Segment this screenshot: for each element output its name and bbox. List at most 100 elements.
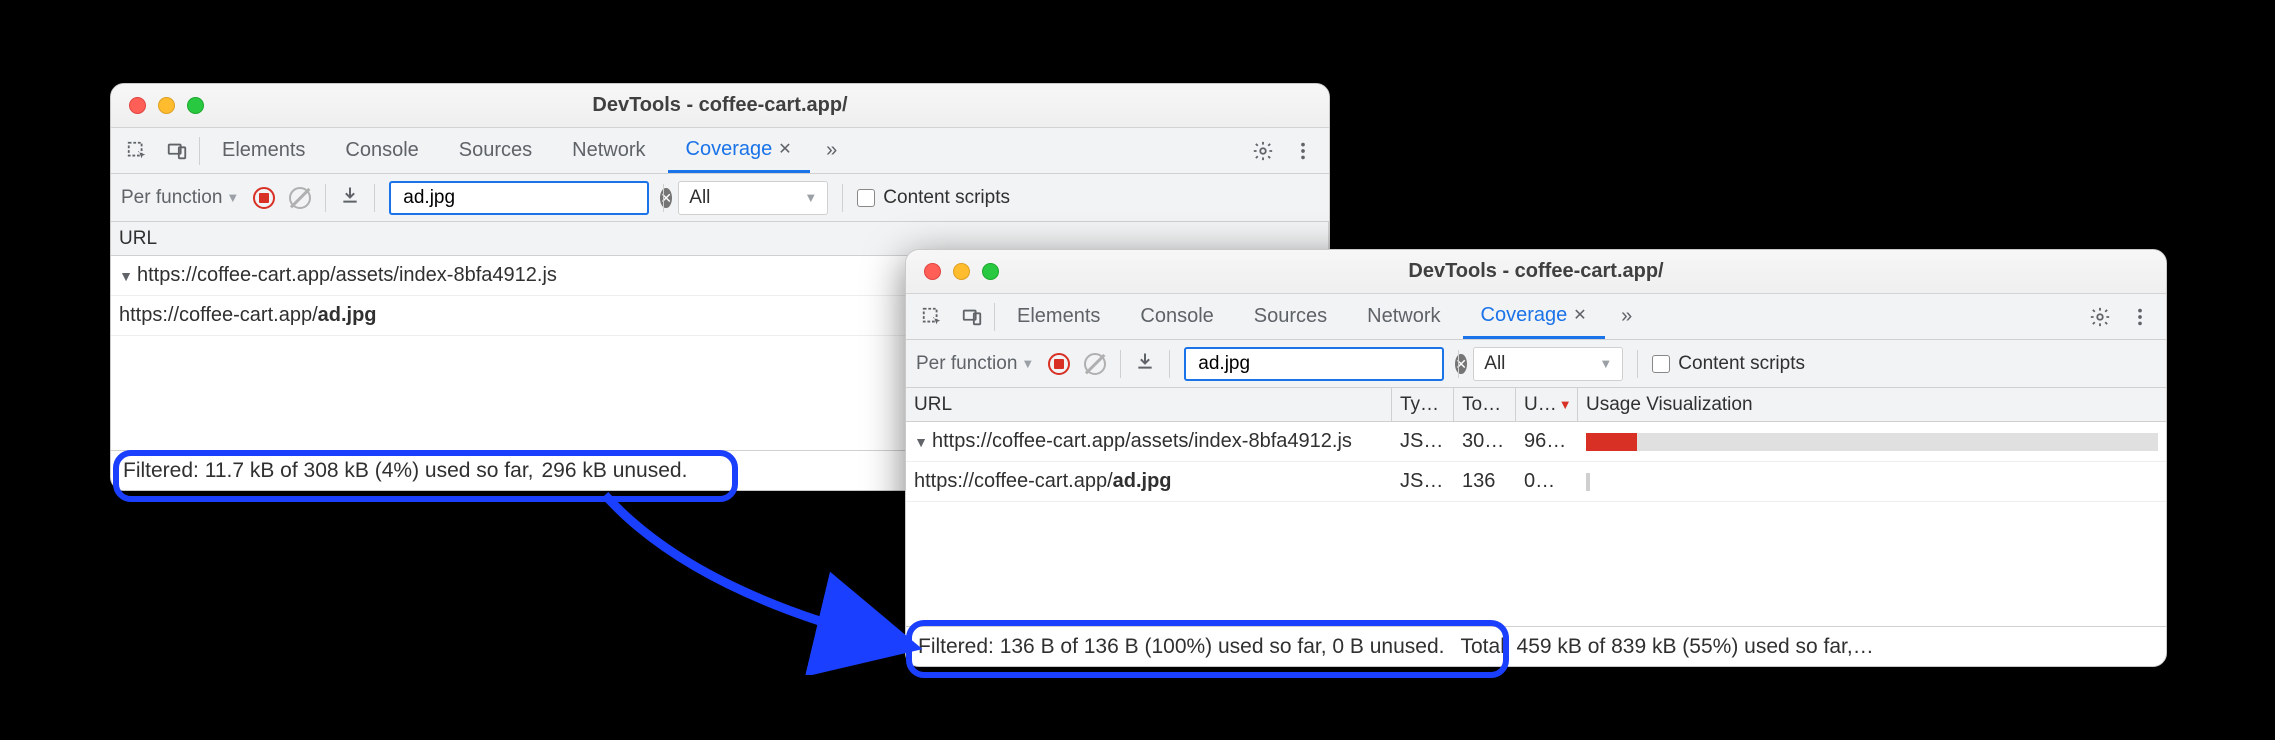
tab-coverage[interactable]: Coverage ✕	[1463, 294, 1605, 339]
col-url[interactable]: URL	[906, 388, 1392, 421]
tab-sources[interactable]: Sources	[1236, 294, 1345, 339]
usage-bar	[1586, 473, 1590, 491]
zoom-icon[interactable]	[982, 263, 999, 280]
url-filter-field[interactable]	[1196, 352, 1445, 376]
device-icon[interactable]	[954, 299, 990, 335]
more-tabs-icon[interactable]: »	[1609, 299, 1645, 335]
clear-button[interactable]	[289, 187, 311, 209]
col-type[interactable]: Ty…	[1392, 388, 1454, 421]
row-url-match: ad.jpg	[1113, 470, 1172, 493]
checkbox-icon	[857, 189, 875, 207]
record-button[interactable]	[1048, 353, 1070, 375]
tab-coverage-label: Coverage	[686, 138, 773, 161]
table-header: URL Ty… To… U…▼ Usage Visualization	[906, 388, 2166, 422]
clear-filter-icon[interactable]: ✕	[660, 188, 672, 208]
disclosure-triangle-icon[interactable]: ▼	[914, 434, 928, 450]
minimize-icon[interactable]	[953, 263, 970, 280]
tab-coverage[interactable]: Coverage ✕	[668, 128, 810, 173]
tab-bar: Elements Console Sources Network Coverag…	[111, 128, 1329, 174]
gear-icon[interactable]	[2082, 299, 2118, 335]
gear-icon[interactable]	[1245, 133, 1281, 169]
chevron-down-icon: ▼	[804, 190, 817, 205]
content-scripts-toggle[interactable]: Content scripts	[857, 187, 1010, 209]
tab-network[interactable]: Network	[1349, 294, 1458, 339]
clear-button[interactable]	[1084, 353, 1106, 375]
usage-bar	[1586, 433, 2158, 451]
close-icon[interactable]	[129, 97, 146, 114]
more-tabs-icon[interactable]: »	[814, 133, 850, 169]
tab-network[interactable]: Network	[554, 128, 663, 173]
divider	[842, 184, 843, 212]
row-url: https://coffee-cart.app/assets/index-8bf…	[932, 430, 1352, 453]
close-tab-icon[interactable]: ✕	[1573, 305, 1586, 325]
row-total: 30…	[1454, 422, 1516, 461]
url-filter-field[interactable]	[401, 186, 650, 210]
row-type: JS…	[1392, 462, 1454, 501]
zoom-icon[interactable]	[187, 97, 204, 114]
granularity-select[interactable]: Per function ▼	[121, 187, 239, 209]
inspect-icon[interactable]	[119, 133, 155, 169]
titlebar: DevTools - coffee-cart.app/	[111, 84, 1329, 128]
tab-elements[interactable]: Elements	[999, 294, 1118, 339]
close-icon[interactable]	[924, 263, 941, 280]
divider	[1120, 350, 1121, 378]
row-usage-viz	[1578, 462, 2166, 501]
window-title: DevTools - coffee-cart.app/	[906, 260, 2166, 283]
coverage-toolbar: Per function ▼ ✕ All ▼ Content scripts	[906, 340, 2166, 388]
minimize-icon[interactable]	[158, 97, 175, 114]
status-filtered: Filtered: 136 B of 136 B (100%) used so …	[914, 635, 1449, 659]
type-filter-select[interactable]: All ▼	[678, 181, 828, 215]
row-type: JS…	[1392, 422, 1454, 461]
kebab-icon[interactable]	[1285, 133, 1321, 169]
row-total: 136	[1454, 462, 1516, 501]
row-url: https://coffee-cart.app/assets/index-8bf…	[137, 264, 557, 287]
status-rest: 296 kB unused.	[537, 459, 691, 483]
tab-console[interactable]: Console	[327, 128, 436, 173]
divider	[374, 184, 375, 212]
chevron-down-icon: ▼	[226, 190, 239, 205]
tab-coverage-label: Coverage	[1481, 304, 1568, 327]
inspect-icon[interactable]	[914, 299, 950, 335]
status-filtered: Filtered: 11.7 kB of 308 kB (4%) used so…	[119, 459, 537, 483]
type-filter-label: All	[1484, 353, 1505, 375]
row-url-prefix: https://coffee-cart.app/	[914, 470, 1113, 493]
window-title: DevTools - coffee-cart.app/	[111, 94, 1329, 117]
kebab-icon[interactable]	[2122, 299, 2158, 335]
devtools-window-after: DevTools - coffee-cart.app/ Elements Con…	[905, 249, 2167, 667]
content-scripts-toggle[interactable]: Content scripts	[1652, 353, 1805, 375]
clear-filter-icon[interactable]: ✕	[1455, 354, 1467, 374]
table-row[interactable]: https://coffee-cart.app/ad.jpg JS… 136 0…	[906, 462, 2166, 502]
table-row[interactable]: ▼ https://coffee-cart.app/assets/index-8…	[906, 422, 2166, 462]
export-button[interactable]	[1135, 351, 1155, 377]
granularity-label: Per function	[916, 353, 1017, 375]
traffic-lights	[111, 97, 204, 114]
divider	[1458, 350, 1459, 378]
granularity-label: Per function	[121, 187, 222, 209]
status-bar: Filtered: 136 B of 136 B (100%) used so …	[906, 626, 2166, 666]
type-filter-select[interactable]: All ▼	[1473, 347, 1623, 381]
record-button[interactable]	[253, 187, 275, 209]
status-total: Total: 459 kB of 839 kB (55%) used so fa…	[1453, 635, 1874, 659]
col-unused-bytes[interactable]: U…▼	[1516, 388, 1578, 421]
tab-sources[interactable]: Sources	[441, 128, 550, 173]
row-unused: 96…	[1516, 422, 1578, 461]
tab-elements[interactable]: Elements	[204, 128, 323, 173]
divider	[199, 137, 200, 165]
granularity-select[interactable]: Per function ▼	[916, 353, 1034, 375]
divider	[994, 303, 995, 331]
col-usage-viz[interactable]: Usage Visualization	[1578, 388, 2166, 421]
col-total-bytes[interactable]: To…	[1454, 388, 1516, 421]
export-button[interactable]	[340, 185, 360, 211]
tab-console[interactable]: Console	[1122, 294, 1231, 339]
col-unused-label: U…	[1524, 394, 1557, 416]
close-tab-icon[interactable]: ✕	[778, 139, 791, 159]
tab-bar: Elements Console Sources Network Coverag…	[906, 294, 2166, 340]
coverage-toolbar: Per function ▼ ✕ All ▼ Content scripts	[111, 174, 1329, 222]
traffic-lights	[906, 263, 999, 280]
device-icon[interactable]	[159, 133, 195, 169]
url-filter-input[interactable]: ✕	[389, 181, 649, 215]
chevron-down-icon: ▼	[1021, 356, 1034, 371]
disclosure-triangle-icon[interactable]: ▼	[119, 268, 133, 284]
row-url-match: ad.jpg	[318, 304, 377, 327]
url-filter-input[interactable]: ✕	[1184, 347, 1444, 381]
